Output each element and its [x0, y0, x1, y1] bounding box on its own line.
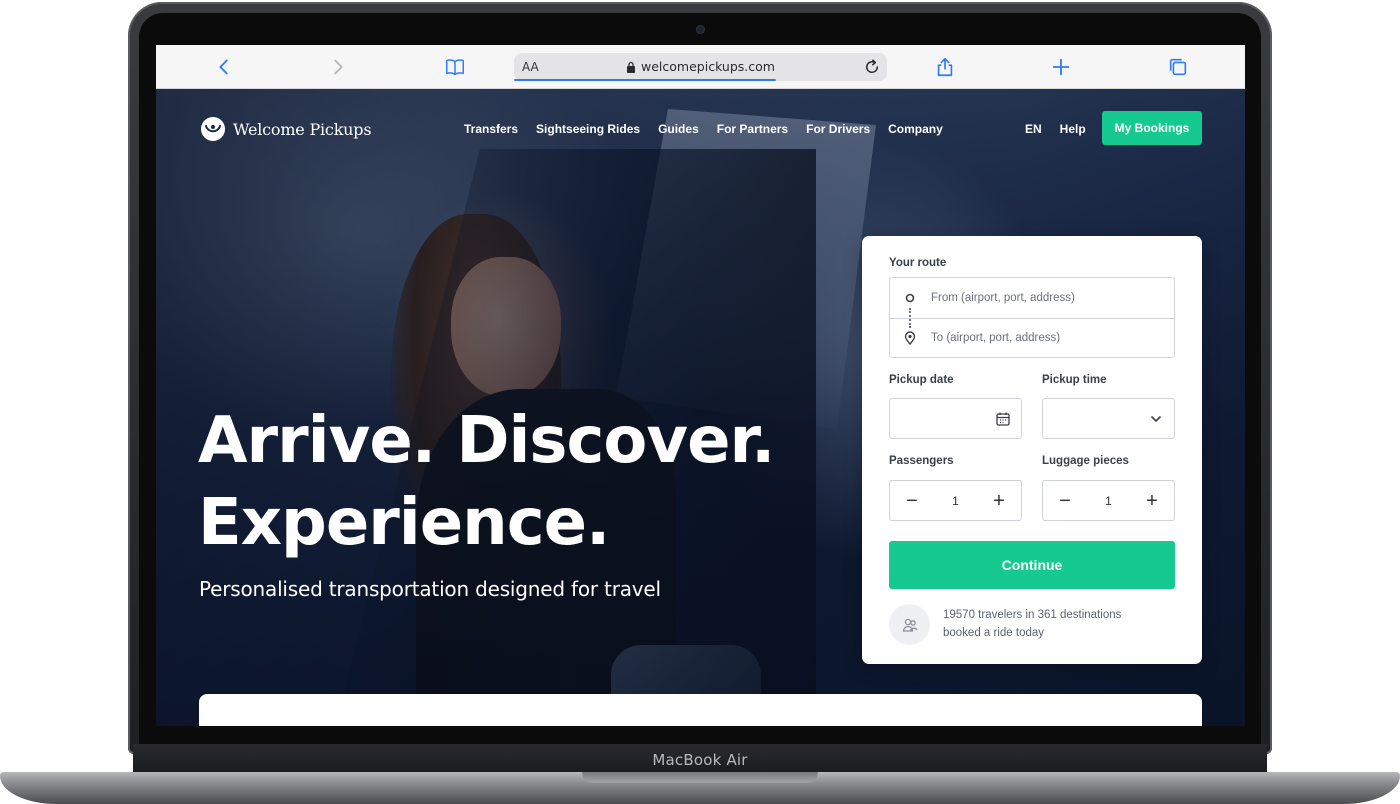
- logo-icon: [201, 117, 225, 141]
- plus-icon[interactable]: [1049, 55, 1073, 79]
- camera-icon: [697, 26, 704, 33]
- reload-icon[interactable]: [863, 58, 881, 76]
- pickup-time-label: Pickup time: [1042, 374, 1107, 386]
- from-field[interactable]: From (airport, port, address): [890, 278, 1174, 318]
- page-load-progress: [514, 79, 776, 81]
- passengers-value: 1: [952, 493, 959, 508]
- travelers-stat: 19570 travelers in 361 destinations book…: [943, 606, 1163, 642]
- nav-utilities: EN Help: [1025, 122, 1086, 136]
- nav-item-for-drivers[interactable]: For Drivers: [806, 122, 870, 136]
- origin-circle-icon: [905, 293, 915, 303]
- passengers-decrement-button[interactable]: −: [902, 491, 922, 511]
- travelers-stat-line-2: booked a ride today: [943, 627, 1045, 639]
- nav-item-transfers[interactable]: Transfers: [464, 122, 518, 136]
- travelers-icon: [889, 604, 930, 645]
- luggage-value: 1: [1105, 493, 1112, 508]
- luggage-label: Luggage pieces: [1042, 455, 1129, 467]
- passengers-increment-button[interactable]: +: [989, 491, 1009, 511]
- map-pin-icon: [904, 331, 916, 345]
- site-logo[interactable]: Welcome Pickups: [201, 117, 372, 141]
- url-display[interactable]: welcomepickups.com: [514, 59, 887, 74]
- chevron-left-icon[interactable]: [212, 55, 236, 79]
- nav-item-company[interactable]: Company: [888, 122, 943, 136]
- hero-subheadline: Personalised transportation designed for…: [199, 577, 661, 601]
- from-placeholder: From (airport, port, address): [931, 292, 1075, 304]
- calendar-icon: [996, 412, 1010, 426]
- passengers-stepper: − 1 +: [889, 480, 1022, 521]
- nav-item-for-partners[interactable]: For Partners: [717, 122, 788, 136]
- booking-form: Your route From (airport, port, address)…: [862, 236, 1202, 664]
- brand-name: Welcome Pickups: [233, 119, 372, 139]
- laptop-notch: [582, 772, 818, 783]
- book-icon[interactable]: [443, 55, 467, 79]
- headline-line-1: Arrive. Discover.: [198, 404, 775, 478]
- main-nav: Transfers Sightseeing Rides Guides For P…: [464, 122, 943, 136]
- tabs-icon[interactable]: [1166, 55, 1190, 79]
- travelers-stat-line-1: 19570 travelers in 361 destinations: [943, 609, 1122, 621]
- share-icon[interactable]: [933, 55, 957, 79]
- browser-toolbar: AA welcomepickups.com: [156, 45, 1245, 89]
- url-text: welcomepickups.com: [641, 59, 775, 74]
- headline-line-2: Experience.: [198, 486, 610, 560]
- my-bookings-button[interactable]: My Bookings: [1102, 111, 1202, 145]
- luggage-stepper: − 1 +: [1042, 480, 1175, 521]
- nav-item-guides[interactable]: Guides: [658, 122, 699, 136]
- chevron-down-icon: [1151, 416, 1161, 422]
- screen: AA welcomepickups.com Welcome Pickups Tr…: [156, 45, 1245, 726]
- device-label: MacBook Air: [652, 751, 748, 769]
- chevron-right-icon[interactable]: [326, 55, 350, 79]
- pickup-date-label: Pickup date: [889, 374, 954, 386]
- continue-button[interactable]: Continue: [889, 541, 1175, 589]
- content-panel: [199, 694, 1202, 726]
- to-placeholder: To (airport, port, address): [931, 332, 1061, 344]
- luggage-decrement-button[interactable]: −: [1055, 491, 1075, 511]
- lock-icon: [627, 61, 636, 73]
- route-label: Your route: [889, 257, 947, 269]
- address-bar[interactable]: AA welcomepickups.com: [514, 53, 887, 81]
- passengers-label: Passengers: [889, 455, 954, 467]
- pickup-date-field[interactable]: [889, 398, 1022, 439]
- pickup-time-select[interactable]: [1042, 398, 1175, 439]
- language-selector[interactable]: EN: [1025, 122, 1042, 136]
- route-inputs: From (airport, port, address) To (airpor…: [889, 277, 1175, 358]
- luggage-increment-button[interactable]: +: [1142, 491, 1162, 511]
- nav-item-sightseeing-rides[interactable]: Sightseeing Rides: [536, 122, 640, 136]
- hero-headline: Arrive. Discover. Experience.: [198, 400, 838, 564]
- help-link[interactable]: Help: [1060, 122, 1086, 136]
- to-field[interactable]: To (airport, port, address): [890, 318, 1174, 358]
